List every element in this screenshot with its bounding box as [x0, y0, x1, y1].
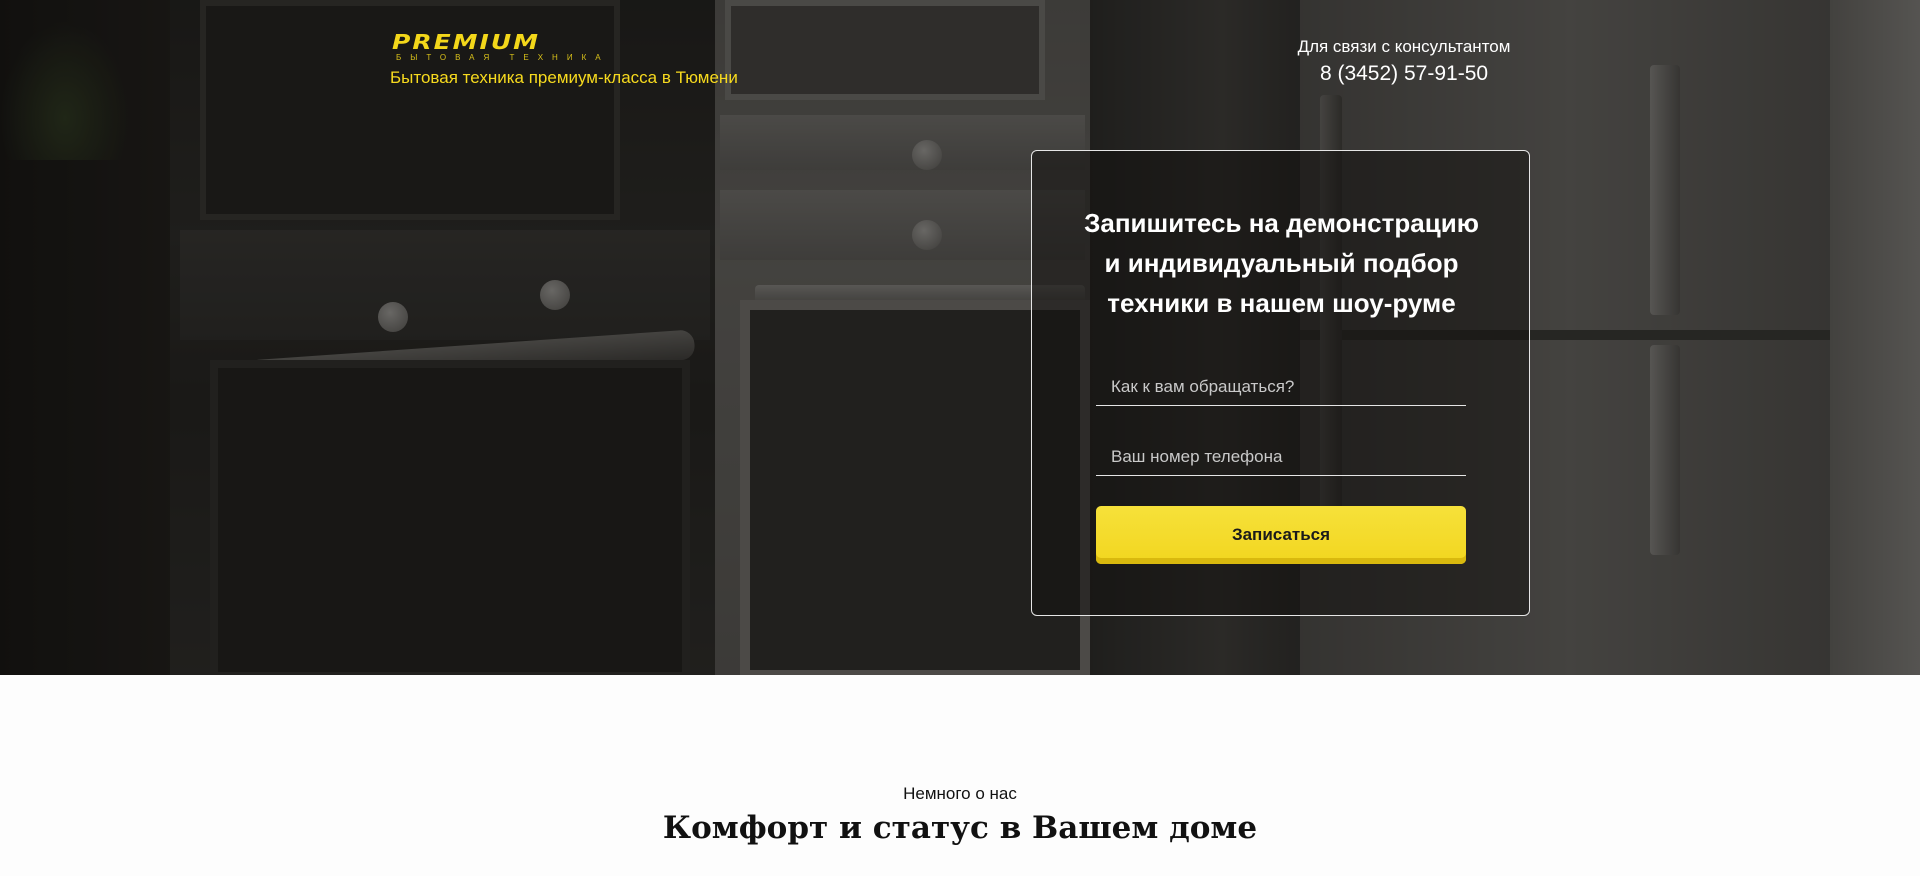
- about-heading: Комфорт и статус в Вашем доме: [662, 810, 1258, 846]
- demo-signup-form: Запишитесь на демонстрацию и индивидуаль…: [1031, 150, 1530, 616]
- name-field-wrapper: [1096, 364, 1466, 406]
- contact-phone-link[interactable]: 8 (3452) 57-91-50: [1289, 62, 1519, 86]
- signup-submit-button[interactable]: Записаться: [1096, 506, 1466, 564]
- hero-section: PREMIUM БЫТОВАЯ ТЕХНИКА Бытовая техника …: [0, 0, 1920, 675]
- logo-subtext: БЫТОВАЯ ТЕХНИКА: [396, 53, 610, 62]
- name-input[interactable]: [1096, 364, 1466, 405]
- form-title-line-2: и индивидуальный подбор: [1104, 248, 1459, 278]
- about-section: Немного о нас Комфорт и статус в Вашем д…: [0, 675, 1920, 876]
- hero-dark-overlay: [0, 0, 1920, 675]
- phone-field-wrapper: [1096, 434, 1466, 476]
- form-title-line-1: Запишитесь на демонстрацию: [1084, 208, 1479, 238]
- phone-input[interactable]: [1096, 434, 1466, 475]
- logo-wordmark: PREMIUM: [392, 30, 541, 55]
- about-kicker: Немного о нас: [903, 784, 1017, 803]
- contact-label: Для связи с консультантом: [1297, 37, 1511, 56]
- site-tagline: Бытовая техника премиум-класса в Тюмени: [390, 68, 738, 87]
- premium-logo[interactable]: PREMIUM БЫТОВАЯ ТЕХНИКА: [392, 32, 640, 66]
- form-title-line-3: техники в нашем шоу-руме: [1107, 288, 1456, 318]
- form-title: Запишитесь на демонстрацию и индивидуаль…: [1052, 203, 1511, 323]
